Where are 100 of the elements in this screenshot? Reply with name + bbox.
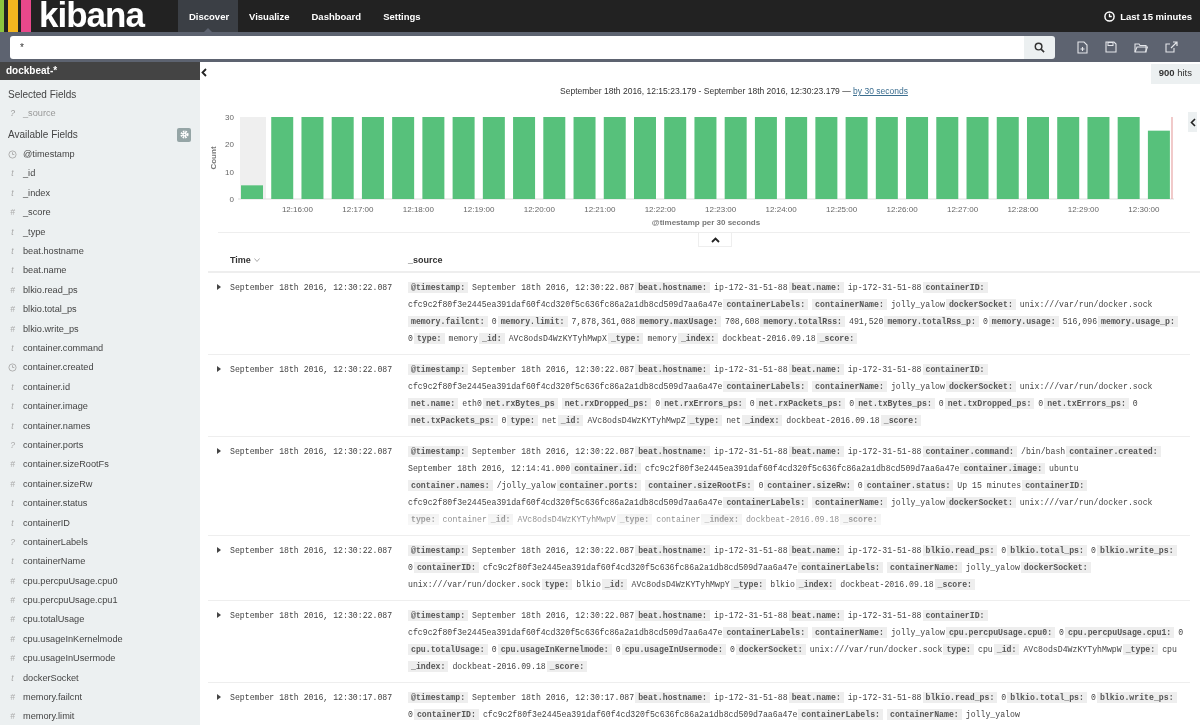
nav-tab[interactable]: Settings: [372, 0, 432, 32]
bar[interactable]: [392, 117, 415, 199]
bar[interactable]: [1027, 117, 1049, 199]
folder-icon[interactable]: [1134, 41, 1148, 53]
bar[interactable]: [1087, 117, 1110, 199]
bar[interactable]: [754, 117, 777, 199]
field-name[interactable]: blkio.total_ps: [23, 304, 77, 315]
field-name[interactable]: container.status: [23, 498, 88, 509]
field-key: container.names:: [408, 480, 493, 491]
nav-tab[interactable]: Discover: [178, 0, 238, 32]
bar[interactable]: [996, 117, 1019, 199]
bar[interactable]: [331, 117, 354, 199]
field-name[interactable]: cpu.percpuUsage.cpu0: [23, 575, 118, 586]
field-key: beat.name:: [788, 545, 844, 556]
interval-link[interactable]: by 30 seconds: [853, 86, 908, 96]
chart-collapse-button[interactable]: [1188, 112, 1197, 132]
field-type-glyph: t: [10, 168, 15, 179]
bar[interactable]: [1117, 117, 1140, 199]
bar[interactable]: [573, 117, 596, 199]
field-name[interactable]: blkio.write_ps: [23, 323, 79, 334]
search-button[interactable]: [1024, 35, 1055, 59]
field-value: 0: [758, 481, 764, 490]
field-name[interactable]: containerName: [23, 556, 86, 567]
field-name[interactable]: container.sizeRw: [23, 478, 93, 489]
field-name[interactable]: container.names: [23, 420, 91, 431]
bar[interactable]: [634, 117, 656, 199]
column-header[interactable]: Time: [230, 255, 408, 265]
field-name[interactable]: _index: [23, 187, 51, 198]
bar[interactable]: [966, 117, 989, 199]
bar[interactable]: [482, 117, 505, 199]
field-name[interactable]: container.command: [23, 343, 104, 353]
field-key: container.created:: [1066, 446, 1161, 457]
bar[interactable]: [875, 117, 898, 199]
expand-caret-icon[interactable]: [217, 366, 221, 372]
field-name[interactable]: blkio.read_ps: [23, 284, 78, 295]
field-value: ip-172-31-51-88: [847, 611, 922, 620]
save-icon[interactable]: [1105, 41, 1117, 53]
field-name[interactable]: container.sizeRootFs: [23, 459, 109, 470]
share-icon[interactable]: [1165, 41, 1178, 53]
bar[interactable]: [452, 117, 475, 199]
field-name[interactable]: container.image: [23, 401, 88, 412]
field-key: _index:: [741, 415, 783, 426]
expand-caret-icon[interactable]: [217, 284, 221, 290]
bar[interactable]: [1147, 130, 1170, 199]
bar[interactable]: [361, 117, 384, 199]
field-name[interactable]: memory.limit: [23, 711, 75, 722]
nav-tab[interactable]: Visualize: [238, 0, 301, 32]
field-name[interactable]: _type: [23, 226, 46, 237]
column-header[interactable]: _source: [408, 255, 443, 265]
field-name[interactable]: dockerSocket: [23, 672, 79, 683]
field-name[interactable]: memory.failcnt: [23, 692, 83, 702]
index-pattern-title[interactable]: dockbeat-*: [0, 62, 200, 80]
expand-caret-icon[interactable]: [217, 612, 221, 618]
field-name[interactable]: container.ports: [23, 439, 84, 450]
field-name[interactable]: containerID: [23, 517, 70, 528]
bar[interactable]: [513, 117, 536, 199]
field-name[interactable]: beat.name: [23, 265, 67, 276]
logo-wordmark[interactable]: kibana: [39, 0, 144, 30]
field-name[interactable]: cpu.totalUsage: [23, 614, 85, 625]
expand-caret-icon[interactable]: [217, 547, 221, 553]
field-key: net.rxBytes_ps: [482, 398, 558, 409]
field-name[interactable]: beat.hostname: [23, 246, 84, 257]
sort-caret-icon[interactable]: [253, 258, 260, 262]
bar[interactable]: [936, 117, 959, 199]
search-field[interactable]: *: [10, 35, 1024, 59]
expand-caret-icon[interactable]: [217, 694, 221, 700]
collapse-icon[interactable]: [201, 68, 207, 77]
bar[interactable]: [906, 117, 929, 199]
new-document-icon[interactable]: [1077, 40, 1088, 54]
bar[interactable]: [724, 117, 747, 199]
bar[interactable]: [664, 117, 687, 199]
bar[interactable]: [785, 117, 808, 199]
bar[interactable]: [815, 117, 838, 199]
field-value: 0: [938, 399, 944, 408]
field-key: net.rxPackets_ps:: [755, 398, 846, 409]
bar[interactable]: [543, 117, 566, 199]
expand-caret-icon[interactable]: [217, 448, 221, 454]
hits-count: 900 hits: [1150, 64, 1200, 84]
field-name[interactable]: cpu.usageInKernelmode: [23, 633, 123, 644]
field-name[interactable]: containerLabels: [23, 536, 88, 547]
bar[interactable]: [422, 117, 445, 199]
bar[interactable]: [845, 117, 868, 199]
nav-tab[interactable]: Dashboard: [300, 0, 373, 32]
bar[interactable]: [1057, 117, 1080, 199]
bar[interactable]: [301, 117, 324, 199]
field-value: cfc9c2f80f3e2445ea391daf60f4cd320f5c636fc86a2a1db8cd509d7aa6a47e: [482, 563, 798, 572]
field-name[interactable]: @timestamp: [23, 149, 75, 160]
field-name[interactable]: cpu.percpuUsage.cpu1: [23, 595, 118, 606]
time-picker[interactable]: Last 15 minutes: [1096, 0, 1200, 32]
field-name[interactable]: _score: [23, 207, 51, 218]
bar[interactable]: [241, 185, 263, 199]
settings-button[interactable]: [177, 127, 191, 142]
bar[interactable]: [271, 117, 294, 199]
field-name[interactable]: container.id: [23, 381, 70, 392]
bar[interactable]: [603, 117, 626, 199]
collapse-chart-button[interactable]: [698, 233, 732, 247]
field-name[interactable]: container.created: [23, 362, 94, 373]
field-name[interactable]: _id: [23, 168, 36, 179]
bar[interactable]: [694, 117, 717, 199]
field-name[interactable]: cpu.usageInUsermode: [23, 653, 116, 664]
